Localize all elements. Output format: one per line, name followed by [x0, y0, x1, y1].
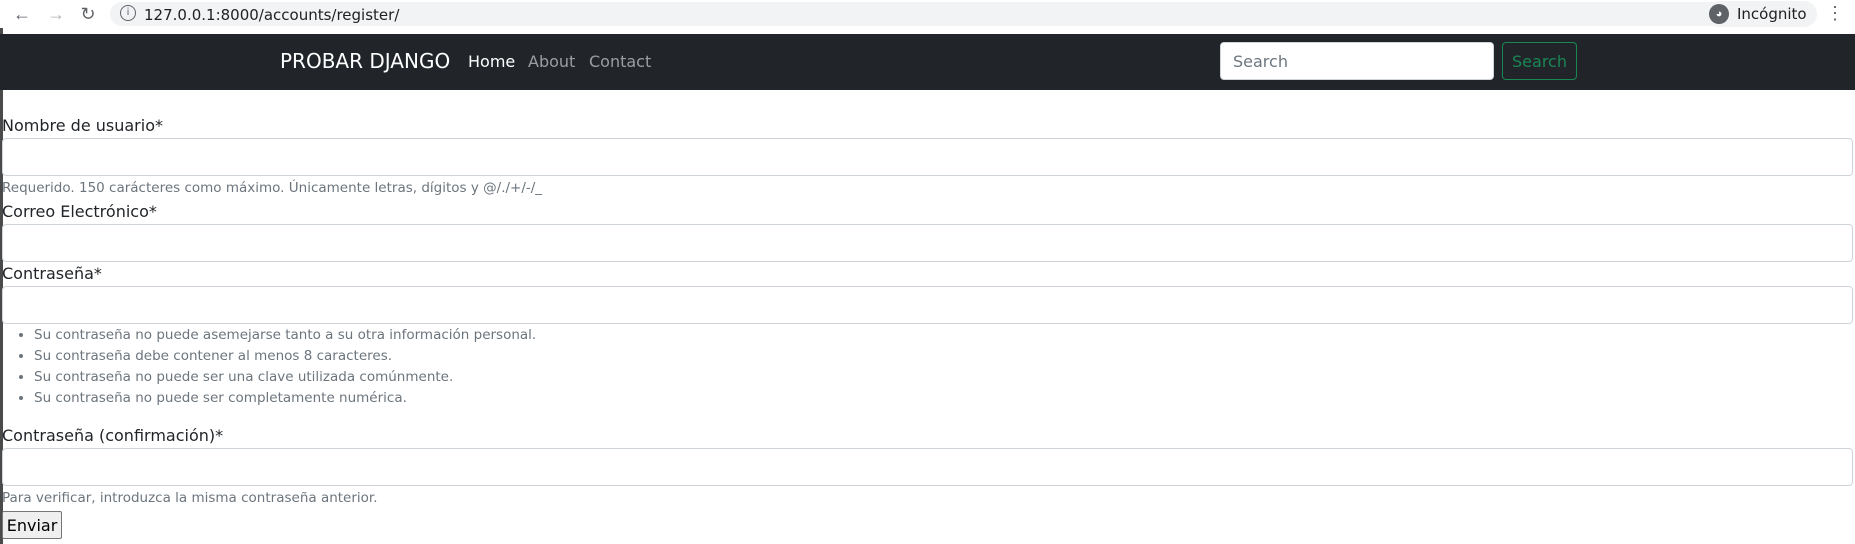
list-item: Su contraseña no puede ser una clave uti… [34, 367, 536, 388]
info-icon[interactable]: i [120, 5, 136, 21]
password-confirm-field[interactable] [2, 448, 1853, 486]
password-confirm-help: Para verificar, introduzca la misma cont… [2, 490, 378, 506]
back-arrow-icon[interactable]: ← [12, 4, 32, 24]
list-item: Su contraseña no puede ser completamente… [34, 388, 536, 409]
submit-button[interactable]: Enviar [2, 511, 62, 539]
password-label: Contraseña* [2, 264, 102, 283]
url-text[interactable]: 127.0.0.1:8000/accounts/register/ [144, 6, 399, 24]
nav-link-contact[interactable]: Contact [589, 52, 651, 71]
password-confirm-label: Contraseña (confirmación)* [2, 426, 224, 445]
username-help: Requerido. 150 carácteres como máximo. Ú… [2, 180, 543, 196]
username-field[interactable] [2, 138, 1853, 176]
list-item: Su contraseña debe contener al menos 8 c… [34, 346, 536, 367]
username-label: Nombre de usuario* [2, 116, 163, 135]
password-field[interactable] [2, 286, 1853, 324]
incognito-label: Incógnito [1737, 5, 1807, 23]
reload-icon[interactable]: ↻ [78, 4, 98, 24]
incognito-icon: ◕ [1709, 4, 1729, 24]
incognito-badge[interactable]: ◕ Incógnito [1705, 1, 1817, 27]
email-label: Correo Electrónico* [2, 202, 157, 221]
email-field[interactable] [2, 224, 1853, 262]
kebab-menu-icon[interactable]: ⋮ [1826, 3, 1844, 24]
password-rules-list: Su contraseña no puede asemejarse tanto … [2, 325, 536, 409]
navbar-brand[interactable]: PROBAR DJANGO [280, 49, 450, 73]
nav-link-about[interactable]: About [528, 52, 575, 71]
address-bar[interactable]: i 127.0.0.1:8000/accounts/register/ ☆ [110, 2, 1735, 26]
list-item: Su contraseña no puede asemejarse tanto … [34, 325, 536, 346]
browser-toolbar: ← → ↻ i 127.0.0.1:8000/accounts/register… [0, 0, 1855, 28]
navbar: PROBAR DJANGO Home About Contact Search [0, 34, 1855, 90]
search-input[interactable] [1220, 42, 1494, 80]
nav-link-home[interactable]: Home [468, 52, 515, 71]
search-button[interactable]: Search [1502, 42, 1577, 80]
forward-arrow-icon[interactable]: → [46, 4, 66, 24]
